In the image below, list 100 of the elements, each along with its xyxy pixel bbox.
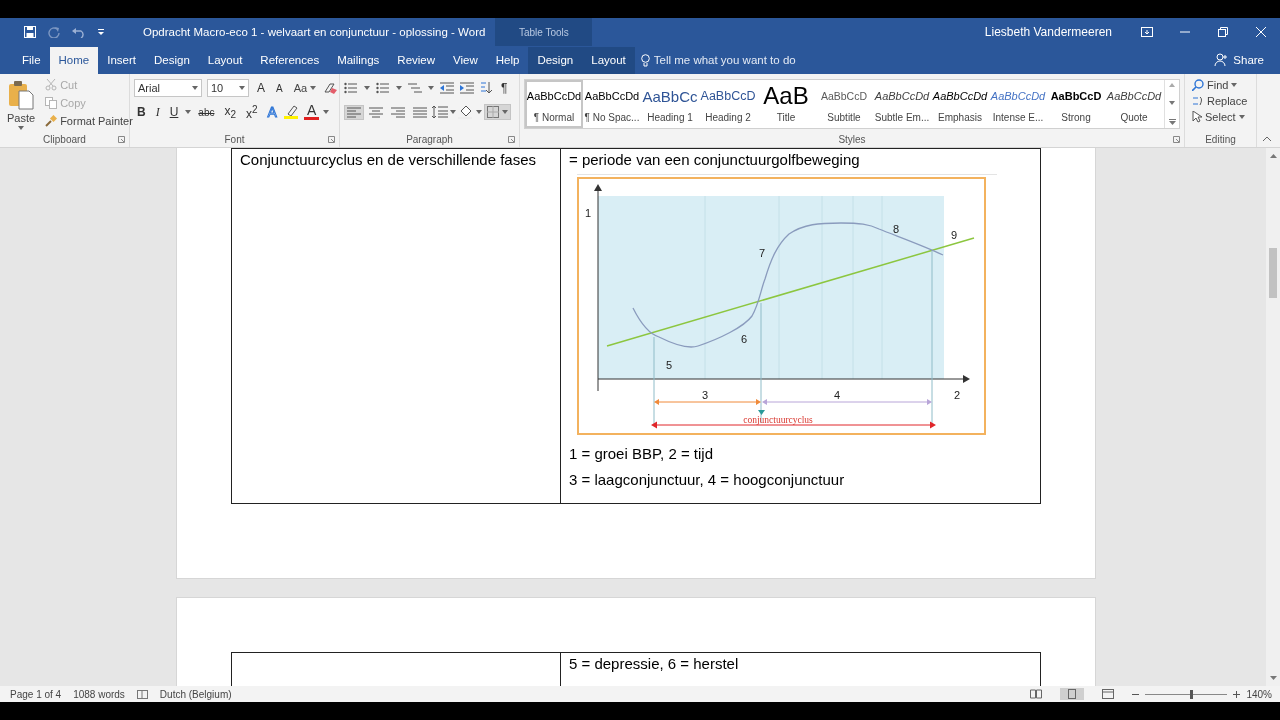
increase-indent-icon[interactable]	[460, 82, 474, 94]
sort-icon[interactable]	[480, 82, 492, 94]
paste-button[interactable]: Paste	[4, 77, 39, 131]
numbering-icon[interactable]	[376, 82, 390, 94]
language-label[interactable]: Dutch (Belgium)	[159, 688, 232, 700]
ribbon-tab[interactable]: Design	[145, 47, 199, 74]
style-item[interactable]: AaBbCc Heading 1	[641, 80, 699, 128]
print-layout-icon	[1066, 689, 1079, 699]
style-item[interactable]: AaBbCcDd ¶ No Spac...	[583, 80, 641, 128]
scrollbar-thumb[interactable]	[1269, 248, 1277, 298]
font-name-field[interactable]: Arial	[134, 79, 202, 97]
ribbon-tab[interactable]: Design	[528, 47, 583, 74]
select-button[interactable]: Select	[1189, 109, 1251, 125]
ribbon-tab[interactable]: Layout	[198, 47, 252, 74]
ribbon-tab[interactable]: Layout	[582, 47, 635, 74]
caret-icon[interactable]	[364, 86, 370, 90]
align-left-button[interactable]	[344, 104, 364, 120]
ribbon-tab[interactable]: View	[444, 47, 487, 74]
style-item[interactable]: AaBbCcD Heading 2	[699, 80, 757, 128]
view-button[interactable]	[1060, 688, 1085, 700]
borders-button[interactable]	[484, 104, 511, 120]
ribbon-tab[interactable]: Review	[388, 47, 445, 74]
caret-icon[interactable]	[192, 86, 198, 90]
caret-icon[interactable]	[323, 110, 330, 114]
font-color-button[interactable]: A	[303, 104, 320, 120]
caret-icon[interactable]	[310, 86, 317, 90]
zoom-level[interactable]: 140%	[1246, 688, 1272, 700]
table-cell: Conjunctuurcyclus en de verschillende fases	[231, 148, 561, 504]
caret-icon[interactable]	[428, 86, 434, 90]
italic-button[interactable]: I	[152, 104, 163, 120]
ribbon-tab[interactable]: Mailings	[328, 47, 389, 74]
dialog-launcher-icon[interactable]	[328, 135, 335, 143]
clear-formatting-icon[interactable]	[324, 82, 339, 94]
style-item[interactable]: AaBbCcDd Subtle Em...	[873, 80, 931, 128]
grow-font-button[interactable]: A	[254, 81, 268, 95]
share-button[interactable]: Share	[1214, 46, 1264, 74]
user-name[interactable]: Liesbeth Vandermeeren	[984, 25, 1112, 39]
dialog-launcher-icon[interactable]	[118, 135, 125, 143]
restore-icon[interactable]	[1217, 27, 1229, 37]
ribbon-tab[interactable]: File	[13, 47, 50, 74]
caret-icon[interactable]	[502, 110, 508, 114]
collapse-ribbon-icon[interactable]	[1263, 136, 1271, 141]
style-item[interactable]: AaBbCcD Strong	[1047, 80, 1105, 128]
highlighter-icon[interactable]	[283, 105, 300, 119]
tell-me-field[interactable]: Tell me what you want to do	[653, 54, 824, 66]
caret-icon[interactable]	[1238, 115, 1245, 119]
caret-icon[interactable]	[476, 110, 482, 114]
find-button[interactable]: Find	[1189, 77, 1251, 93]
ribbon-tab[interactable]: Insert	[98, 47, 145, 74]
proofing-icon[interactable]	[136, 689, 148, 699]
show-marks-button[interactable]: ¶	[498, 81, 511, 95]
caret-icon[interactable]	[396, 86, 402, 90]
bold-button[interactable]: B	[134, 105, 149, 119]
zoom-in-icon[interactable]	[1233, 690, 1241, 698]
style-item[interactable]: AaBbCcDd ¶ Normal	[525, 80, 583, 128]
caret-icon[interactable]	[18, 126, 25, 130]
ribbon-tab[interactable]: References	[251, 47, 329, 74]
caret-icon[interactable]	[185, 110, 192, 114]
shading-icon[interactable]	[458, 105, 474, 119]
more-styles-icon[interactable]	[1168, 119, 1176, 125]
style-item[interactable]: AaBbCcDd Intense E...	[989, 80, 1047, 128]
style-item[interactable]: AaB Title	[757, 80, 815, 128]
scroll-up-icon[interactable]	[1269, 154, 1277, 158]
style-item[interactable]: AaBbCcDd Emphasis	[931, 80, 989, 128]
zoom-thumb[interactable]	[1189, 689, 1193, 699]
dialog-launcher-icon[interactable]	[508, 135, 515, 143]
caret-icon[interactable]	[1231, 83, 1238, 87]
clipboard-icon[interactable]	[8, 80, 35, 110]
ribbon-tab[interactable]: Help	[486, 47, 529, 74]
save-icon[interactable]	[24, 26, 36, 38]
ribbon-display-icon[interactable]	[1141, 27, 1153, 37]
word-count[interactable]: 1088 words	[73, 688, 125, 700]
replace-button[interactable]: Replace	[1189, 93, 1251, 109]
underline-button[interactable]: U	[166, 105, 182, 119]
paintbrush-icon[interactable]	[45, 115, 58, 127]
strike-button[interactable]: abc	[195, 106, 218, 118]
shrink-font-button[interactable]: A	[273, 82, 286, 94]
dialog-launcher-icon[interactable]	[1173, 135, 1180, 143]
multilevel-list-icon[interactable]	[408, 82, 422, 94]
line-spacing-icon[interactable]	[432, 106, 448, 118]
scroll-down-icon[interactable]	[1269, 676, 1277, 680]
script-button[interactable]: x$_{2}$	[221, 103, 240, 121]
page-count[interactable]: Page 1 of 4	[10, 688, 62, 700]
style-item[interactable]: AaBbCcD Subtitle	[815, 80, 873, 128]
bullets-icon[interactable]	[344, 82, 358, 94]
cell-text: = periode van een conjunctuurgolfbeweging	[569, 151, 861, 169]
close-icon[interactable]	[1255, 27, 1267, 37]
search-icon	[1192, 79, 1204, 91]
format-painter-button[interactable]: Format Painter	[42, 113, 136, 129]
caret-icon[interactable]	[239, 86, 245, 90]
undo-icon[interactable]	[72, 26, 86, 38]
decrease-indent-icon[interactable]	[440, 82, 454, 94]
style-item[interactable]: AaBbCcDd Quote	[1105, 80, 1163, 128]
scroll-down-icon[interactable]	[1169, 101, 1175, 105]
change-case-button[interactable]: Aa	[290, 80, 320, 96]
ribbon-tab[interactable]: Home	[49, 47, 99, 74]
caret-icon[interactable]	[450, 110, 456, 114]
font-size-field[interactable]: 10	[207, 79, 249, 97]
customize-caret-icon[interactable]	[98, 29, 104, 35]
script-button[interactable]: x$^{2}$	[243, 103, 261, 121]
